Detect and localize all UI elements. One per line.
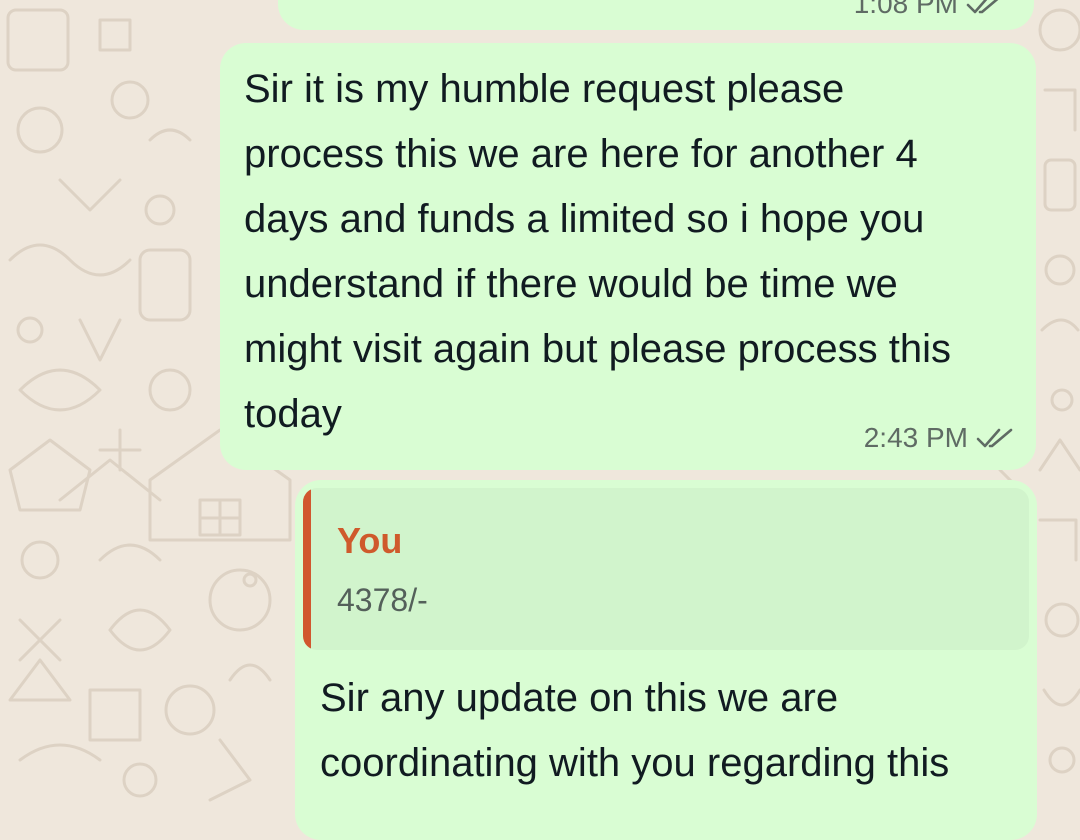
message-bubble-outgoing[interactable]: 1:08 PM — [278, 0, 1034, 30]
double-check-icon — [976, 428, 1013, 448]
message-meta: 2:43 PM — [864, 422, 1014, 454]
message-text: Sir any update on this we are coordinati… — [320, 676, 950, 785]
message-meta: 1:08 PM — [854, 0, 1004, 20]
message-time: 1:08 PM — [853, 0, 958, 19]
message-text: Sir it is my humble request please proce… — [244, 67, 952, 436]
message-time: 2:43 PM — [863, 422, 968, 453]
quote-text: 4378/- — [337, 582, 428, 618]
quoted-message[interactable]: You 4378/- — [303, 488, 1029, 650]
message-bubble-outgoing[interactable]: Sir it is my humble request please proce… — [220, 43, 1036, 470]
quote-accent-bar — [303, 488, 311, 650]
message-bubble-outgoing-reply[interactable]: You 4378/- Sir any update on this we are… — [295, 480, 1037, 840]
quote-author: You — [337, 520, 403, 561]
double-check-icon — [966, 0, 999, 14]
